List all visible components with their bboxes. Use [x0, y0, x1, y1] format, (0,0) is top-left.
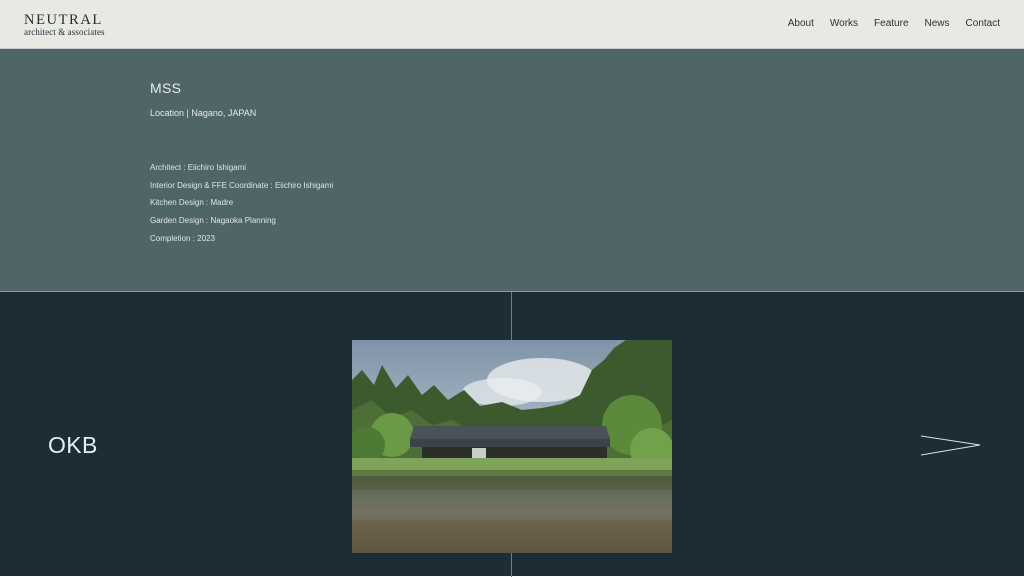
nav-news[interactable]: News: [925, 18, 950, 29]
credit-completion: Completion : 2023: [150, 233, 215, 243]
next-project-photo[interactable]: [352, 340, 672, 553]
logo[interactable]: NEUTRAL architect & associates: [24, 13, 105, 37]
project-title: MSS: [150, 80, 182, 96]
project-credits: Architect : Eiichiro Ishigami Interior D…: [150, 159, 333, 248]
nav-about[interactable]: About: [788, 18, 814, 29]
credit-garden-design: Garden Design : Nagaoka Planning: [150, 216, 276, 226]
site-header: NEUTRAL architect & associates About Wor…: [0, 0, 1024, 49]
next-arrow-icon[interactable]: [920, 434, 982, 458]
next-project-title[interactable]: OKB: [48, 432, 98, 459]
nav-feature[interactable]: Feature: [874, 18, 908, 29]
logo-sub-text: architect & associates: [24, 26, 105, 37]
nav-works[interactable]: Works: [830, 18, 858, 29]
main-nav: About Works Feature News Contact: [788, 18, 1000, 29]
credit-architect: Architect : Eiichiro Ishigami: [150, 163, 247, 172]
credit-interior-design: Interior Design & FFE Coordinate : Eiich…: [150, 180, 334, 190]
project-info-section: MSS Location | Nagano, JAPAN Architect :…: [0, 49, 1024, 291]
credit-kitchen-design: Kitchen Design : Madre: [150, 198, 234, 208]
next-project-section: OKB: [0, 291, 1024, 577]
logo-main-text: NEUTRAL: [24, 12, 103, 28]
house-by-lake-image: [352, 340, 672, 553]
project-location: Location | Nagano, JAPAN: [150, 108, 257, 118]
nav-contact[interactable]: Contact: [966, 18, 1000, 29]
